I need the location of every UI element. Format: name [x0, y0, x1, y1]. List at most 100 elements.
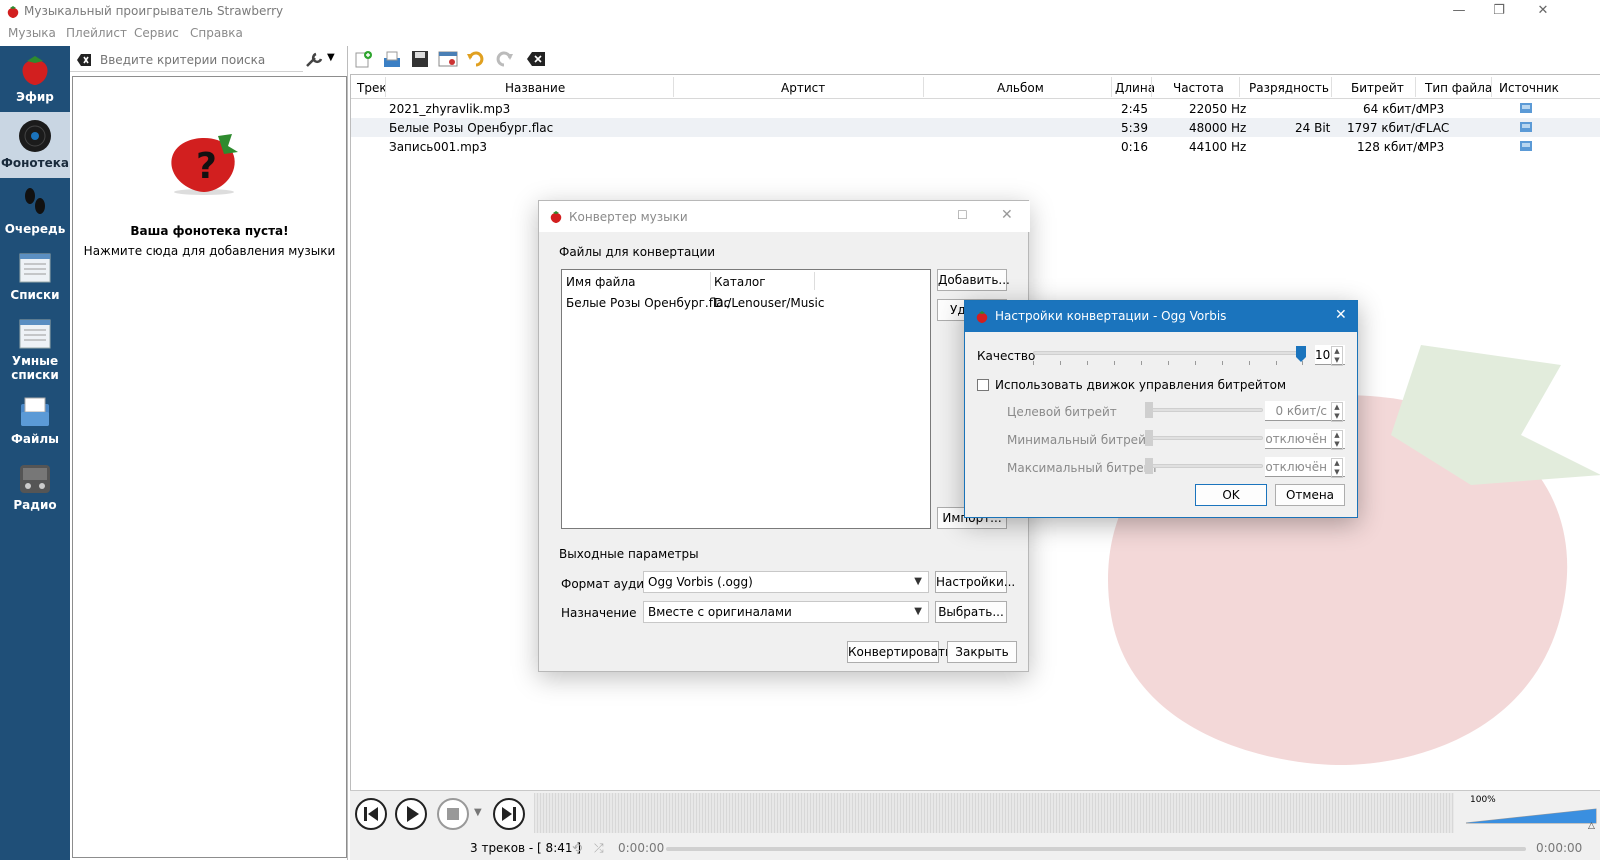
seek-bar[interactable] — [666, 847, 1526, 851]
load-playlist-icon[interactable] — [382, 50, 402, 68]
repeat-icon[interactable]: ⟲ — [572, 841, 582, 855]
files-list[interactable]: Имя файла Каталог Белые Розы Оренбург.fl… — [561, 269, 931, 529]
library-search-input[interactable] — [98, 51, 298, 69]
use-bitrate-label: Использовать движок управления битрейтом — [995, 378, 1287, 392]
format-select[interactable]: Ogg Vorbis (.ogg) ▼ — [643, 571, 929, 593]
list-item[interactable]: Белые Розы Оренбург.flac D:/Lenouser/Mus… — [562, 294, 930, 313]
menu-tools[interactable]: Сервис — [134, 26, 179, 40]
close-window-button[interactable]: ✕ — [1520, 0, 1566, 24]
stop-options-chevron-icon[interactable]: ▼ — [474, 807, 482, 818]
column-length[interactable]: Длина — [1115, 81, 1155, 95]
playlist-settings-icon[interactable] — [438, 50, 458, 68]
table-row[interactable]: Белые Розы Оренбург.flac 5:39 48000 Hz 2… — [351, 118, 1600, 137]
column-artist[interactable]: Артист — [781, 81, 825, 95]
spin-arrows-icon[interactable]: ▲ ▼ — [1331, 346, 1343, 366]
next-track-icon[interactable] — [492, 797, 526, 831]
playlist-header: Трек Название ^ Артист Альбом Длина Част… — [351, 75, 1600, 99]
spin-arrows-icon[interactable]: ▲ ▼ — [1331, 430, 1343, 450]
spin-arrows-icon[interactable]: ▲ ▼ — [1331, 458, 1343, 478]
maximize-icon[interactable]: ☐ — [957, 208, 968, 222]
slider-handle[interactable] — [1145, 402, 1153, 418]
clear-playlist-icon[interactable] — [526, 50, 546, 68]
convert-button[interactable]: Конвертировать — [847, 641, 952, 663]
time-elapsed: 0:00:00 — [618, 841, 665, 855]
library-settings-button[interactable]: ▼ — [305, 50, 345, 70]
min-bitrate-slider[interactable] — [1145, 430, 1263, 446]
quality-spinbox[interactable]: 10 ▲ ▼ — [1315, 345, 1345, 366]
column-filename[interactable]: Имя файла — [566, 275, 636, 289]
new-playlist-icon[interactable] — [354, 50, 374, 68]
row-length: 0:16 — [1121, 140, 1148, 154]
converter-titlebar: Конвертер музыки ☐ ✕ — [539, 201, 1030, 232]
row-title: 2021_zhyravlik.mp3 — [389, 102, 511, 116]
strawberry-question-icon: ? — [171, 134, 238, 195]
destination-select[interactable]: Вместе с оригиналами ▼ — [643, 601, 929, 623]
quality-value: 10 — [1315, 348, 1331, 362]
maximize-button[interactable]: ❐ — [1476, 0, 1522, 24]
quality-slider-handle[interactable] — [1295, 345, 1307, 363]
strawberry-icon — [22, 56, 48, 85]
volume-control[interactable]: 100% △ — [1464, 795, 1600, 833]
row-title: Белые Розы Оренбург.flac — [389, 121, 554, 135]
sidebar-item-files[interactable]: Файлы — [0, 388, 70, 454]
ok-button[interactable]: OK — [1195, 484, 1267, 506]
close-icon[interactable]: ✕ — [1001, 207, 1013, 223]
sidebar-item-radio[interactable]: Радио — [0, 454, 70, 520]
add-files-button[interactable]: Добавить... — [937, 269, 1010, 291]
previous-track-icon[interactable] — [354, 797, 388, 831]
close-button[interactable]: Закрыть — [947, 641, 1017, 663]
converter-title: Конвертер музыки — [569, 210, 688, 224]
volume-handle-icon[interactable]: △ — [1588, 821, 1595, 831]
sidebar-item-label: Эфир — [16, 90, 54, 104]
sidebar-item-queue[interactable]: Очередь — [0, 178, 70, 244]
column-filetype[interactable]: Тип файла — [1425, 81, 1492, 95]
quality-slider[interactable] — [1033, 345, 1309, 367]
shuffle-icon[interactable]: ⤮ — [594, 841, 604, 856]
row-rate: 44100 Hz — [1189, 140, 1247, 154]
column-source[interactable]: Источник — [1499, 81, 1559, 95]
target-bitrate-slider[interactable] — [1145, 402, 1263, 418]
visualization[interactable] — [534, 793, 1454, 833]
empty-library-subtitle[interactable]: Нажмите сюда для добавления музыки — [72, 244, 347, 258]
clear-search-icon[interactable] — [76, 53, 92, 67]
radio-icon — [20, 465, 50, 493]
max-bitrate-spinbox[interactable]: отключён ▲ ▼ — [1265, 457, 1345, 478]
table-row[interactable]: 2021_zhyravlik.mp3 2:45 22050 Hz 64 кбит… — [351, 99, 1600, 118]
table-row[interactable]: Запись001.mp3 0:16 44100 Hz 128 кбит/с M… — [351, 137, 1600, 156]
max-bitrate-slider[interactable] — [1145, 458, 1263, 474]
column-bitdepth[interactable]: Разрядность — [1249, 81, 1329, 95]
sidebar-item-smart-playlists[interactable]: Умные списки — [0, 310, 70, 386]
min-bitrate-spinbox[interactable]: отключён ▲ ▼ — [1265, 429, 1345, 450]
cancel-button[interactable]: Отмена — [1275, 484, 1345, 506]
target-bitrate-spinbox[interactable]: 0 кбит/с ▲ ▼ — [1265, 401, 1345, 422]
close-icon[interactable]: ✕ — [1335, 307, 1347, 323]
format-settings-button[interactable]: Настройки... — [935, 571, 1015, 593]
save-playlist-icon[interactable] — [410, 50, 430, 68]
slider-handle[interactable] — [1145, 430, 1153, 446]
choose-destination-button[interactable]: Выбрать... — [935, 601, 1007, 623]
sidebar-item-radio-stream[interactable]: Эфир — [0, 46, 70, 112]
sort-up-icon: ^ — [525, 74, 533, 82]
sidebar-item-playlists[interactable]: Списки — [0, 244, 70, 310]
use-bitrate-checkbox[interactable] — [977, 379, 989, 391]
undo-icon[interactable] — [466, 50, 486, 68]
quality-ticks — [1033, 361, 1303, 365]
column-track[interactable]: Трек — [357, 81, 387, 95]
column-directory[interactable]: Каталог — [714, 275, 766, 289]
slider-handle[interactable] — [1145, 458, 1153, 474]
column-samplerate[interactable]: Частота — [1173, 81, 1224, 95]
stop-icon[interactable] — [436, 797, 470, 831]
column-bitrate[interactable]: Битрейт — [1351, 81, 1404, 95]
spin-arrows-icon[interactable]: ▲ ▼ — [1331, 402, 1343, 422]
chevron-down-icon: ▼ — [327, 52, 335, 63]
sidebar-item-library[interactable]: Фонотека — [0, 112, 70, 178]
play-icon[interactable] — [394, 797, 428, 831]
menu-music[interactable]: Музыка — [8, 26, 56, 40]
column-album[interactable]: Альбом — [997, 81, 1044, 95]
column-title[interactable]: Название — [505, 81, 565, 95]
menu-playlist[interactable]: Плейлист — [66, 26, 127, 40]
wrench-icon — [306, 52, 323, 67]
redo-icon[interactable] — [494, 50, 514, 68]
menu-help[interactable]: Справка — [190, 26, 243, 40]
sidebar-item-label: Радио — [13, 498, 57, 512]
